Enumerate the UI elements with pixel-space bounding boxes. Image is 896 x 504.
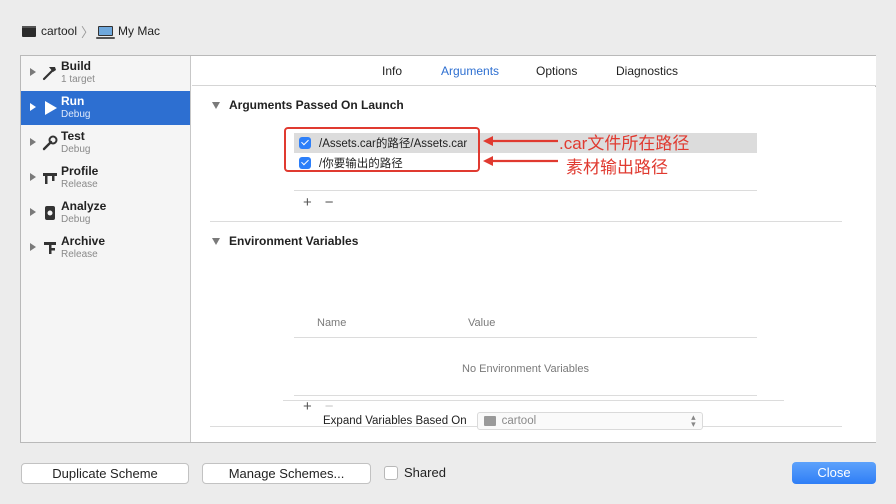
sidebar-item-label: Build bbox=[61, 59, 91, 73]
expand-variables-row: Expand Variables Based On cartool ▴ ▾ bbox=[323, 412, 703, 430]
hammer-icon bbox=[41, 64, 59, 82]
disclosure-triangle-icon[interactable] bbox=[30, 173, 36, 181]
sidebar-item-build[interactable]: Build 1 target bbox=[21, 56, 190, 90]
annotation-output-path: 素材输出路径 bbox=[566, 158, 668, 177]
mac-icon bbox=[96, 26, 116, 39]
empty-environment-message: No Environment Variables bbox=[462, 363, 589, 375]
scheme-name[interactable]: cartool bbox=[41, 24, 77, 38]
chevron-updown-icon: ▴ ▾ bbox=[691, 412, 696, 429]
sidebar-item-sublabel: Release bbox=[61, 179, 98, 190]
arguments-add-remove: + − bbox=[303, 195, 347, 210]
disclosure-triangle-icon[interactable] bbox=[30, 243, 36, 251]
divider bbox=[283, 400, 784, 401]
terminal-icon bbox=[483, 416, 496, 426]
sidebar-item-sublabel: Debug bbox=[61, 144, 91, 155]
environment-section-title: Environment Variables bbox=[229, 234, 359, 248]
sidebar-item-run[interactable]: Run Debug bbox=[21, 91, 190, 125]
shared-label[interactable]: Shared bbox=[404, 465, 446, 480]
remove-argument-button[interactable]: − bbox=[325, 195, 334, 210]
disclosure-triangle-icon[interactable] bbox=[212, 237, 220, 245]
tab-bar: Info Arguments Options Diagnostics bbox=[192, 56, 876, 86]
tab-options[interactable]: Options bbox=[536, 64, 577, 78]
shared-checkbox[interactable] bbox=[384, 465, 398, 480]
annotation-arrow-icon bbox=[483, 136, 558, 166]
sidebar-item-sublabel: Release bbox=[61, 249, 98, 260]
annotation-car-path: .car文件所在路径 bbox=[559, 134, 690, 153]
sidebar-item-label: Test bbox=[61, 129, 85, 143]
terminal-icon bbox=[22, 25, 36, 37]
disclosure-triangle-icon[interactable] bbox=[30, 208, 36, 216]
disclosure-triangle-icon[interactable] bbox=[30, 138, 36, 146]
duplicate-scheme-button[interactable]: Duplicate Scheme bbox=[21, 463, 189, 484]
sidebar-item-label: Run bbox=[61, 94, 85, 108]
sidebar-item-test[interactable]: Test Debug bbox=[21, 126, 190, 160]
expand-variables-label: Expand Variables Based On bbox=[323, 415, 467, 427]
play-icon bbox=[41, 99, 59, 117]
arguments-section-title: Arguments Passed On Launch bbox=[229, 98, 404, 112]
sidebar-item-archive[interactable]: Archive Release bbox=[21, 231, 190, 265]
divider bbox=[294, 395, 757, 396]
sidebar-item-sublabel: 1 target bbox=[61, 74, 95, 85]
tab-info[interactable]: Info bbox=[382, 64, 402, 78]
caliper-icon bbox=[41, 169, 59, 187]
column-header-value[interactable]: Value bbox=[468, 317, 495, 329]
column-header-name[interactable]: Name bbox=[317, 317, 346, 329]
sidebar-item-analyze[interactable]: Analyze Debug bbox=[21, 196, 190, 230]
add-argument-button[interactable]: + bbox=[303, 195, 312, 210]
sidebar-item-sublabel: Debug bbox=[61, 109, 91, 120]
archive-icon bbox=[41, 239, 59, 257]
disclosure-triangle-icon[interactable] bbox=[30, 68, 36, 76]
sidebar-item-label: Analyze bbox=[61, 199, 107, 213]
sidebar-item-sublabel: Debug bbox=[61, 214, 91, 225]
divider bbox=[294, 337, 757, 338]
destination-name[interactable]: My Mac bbox=[118, 24, 160, 38]
add-variable-button[interactable]: + bbox=[303, 399, 312, 414]
analyze-icon bbox=[41, 204, 59, 222]
divider bbox=[294, 190, 757, 191]
close-button[interactable]: Close bbox=[792, 462, 876, 484]
section-divider bbox=[210, 221, 842, 222]
environment-section-header[interactable]: Environment Variables bbox=[212, 234, 358, 248]
scheme-breadcrumb[interactable]: cartool 〉 My Mac bbox=[22, 22, 160, 40]
disclosure-triangle-icon[interactable] bbox=[30, 103, 36, 111]
disclosure-triangle-icon[interactable] bbox=[212, 101, 220, 109]
shared-checkbox-row[interactable]: Shared bbox=[384, 465, 446, 480]
sidebar-item-label: Profile bbox=[61, 164, 99, 178]
chevron-right-icon: 〉 bbox=[81, 24, 95, 40]
arguments-section-header[interactable]: Arguments Passed On Launch bbox=[212, 98, 404, 112]
tab-arguments[interactable]: Arguments bbox=[441, 64, 499, 78]
expand-variables-value: cartool bbox=[501, 415, 537, 427]
wrench-icon bbox=[41, 134, 59, 152]
toolbar: cartool 〉 My Mac bbox=[0, 0, 896, 50]
expand-variables-popup[interactable]: cartool ▴ ▾ bbox=[476, 412, 703, 430]
manage-schemes-button[interactable]: Manage Schemes... bbox=[202, 463, 371, 484]
annotation-highlight-box bbox=[284, 127, 480, 172]
sidebar-item-label: Archive bbox=[61, 234, 106, 248]
scheme-editor: Build 1 target Run Debug Test Debug Prof… bbox=[20, 55, 876, 443]
action-sidebar: Build 1 target Run Debug Test Debug Prof… bbox=[21, 56, 191, 442]
tab-diagnostics[interactable]: Diagnostics bbox=[616, 64, 678, 78]
sidebar-item-profile[interactable]: Profile Release bbox=[21, 161, 190, 195]
